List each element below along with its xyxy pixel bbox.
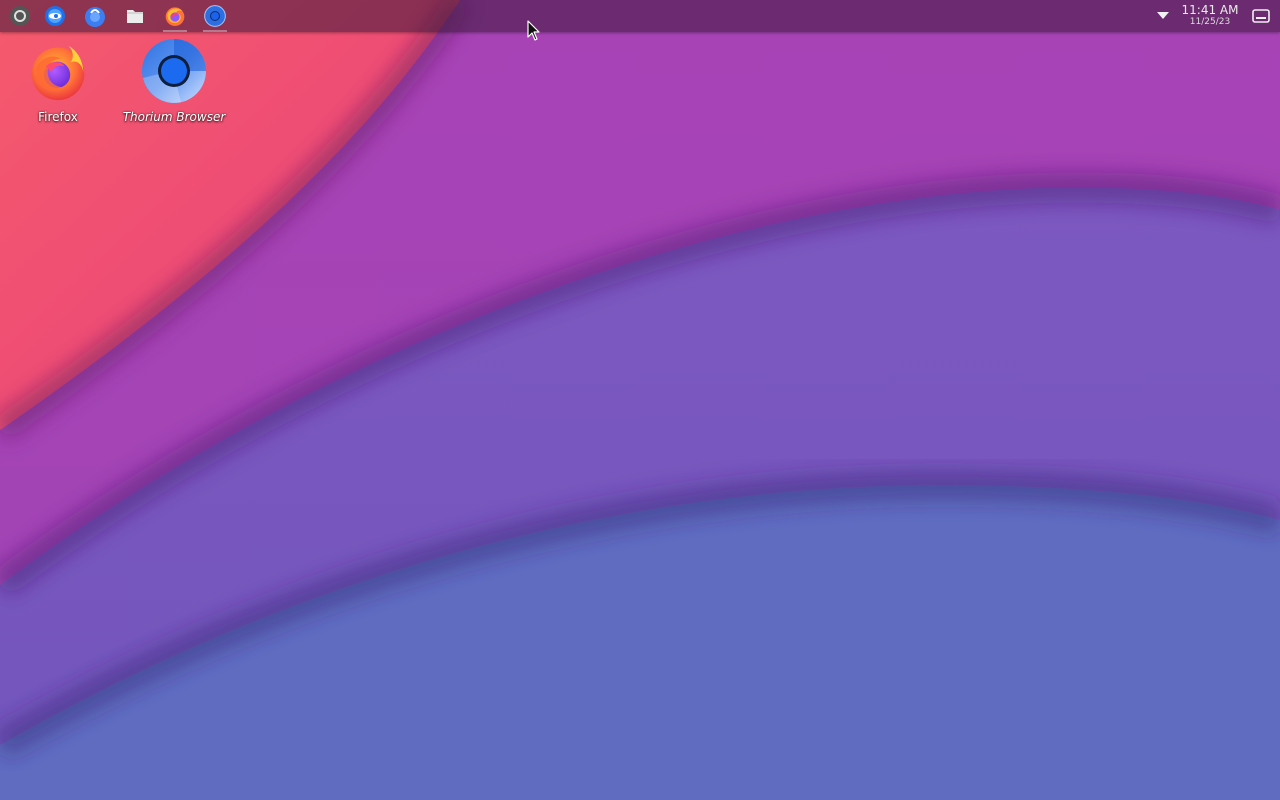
firefox-icon [25,38,91,104]
system-tray-expander[interactable] [1153,8,1173,24]
desktop[interactable]: 11:41 AM 11/25/23 Firefox Thorium Browse… [0,0,1280,800]
thorium-icon [204,5,226,27]
folder-icon [127,10,143,23]
browser-launcher[interactable] [42,3,68,29]
clock-time: 11:41 AM [1181,3,1239,17]
desktop-icon-label: Firefox [38,110,78,124]
browser-icon [45,6,65,26]
firefox-launcher[interactable] [162,3,188,32]
desktop-icon-label: Thorium Browser [122,110,226,124]
thorium-icon [141,38,207,104]
show-desktop-button[interactable] [1250,6,1272,26]
show-desktop-icon [1252,9,1270,23]
files-launcher[interactable] [122,3,148,29]
clock-date: 11/25/23 [1189,17,1231,27]
app-menu-icon [10,6,30,26]
chevron-down-icon [1157,12,1169,19]
firefox-icon [165,7,185,27]
thorium-launcher[interactable] [202,3,228,32]
clock[interactable]: 11:41 AM 11/25/23 [1178,4,1242,30]
store-launcher[interactable] [82,3,108,29]
top-panel: 11:41 AM 11/25/23 [0,0,1280,32]
desktop-icon-thorium-browser[interactable]: Thorium Browser [119,38,229,130]
store-icon [85,7,105,27]
desktop-icon-firefox[interactable]: Firefox [3,38,113,130]
app-menu-button[interactable] [7,3,33,29]
